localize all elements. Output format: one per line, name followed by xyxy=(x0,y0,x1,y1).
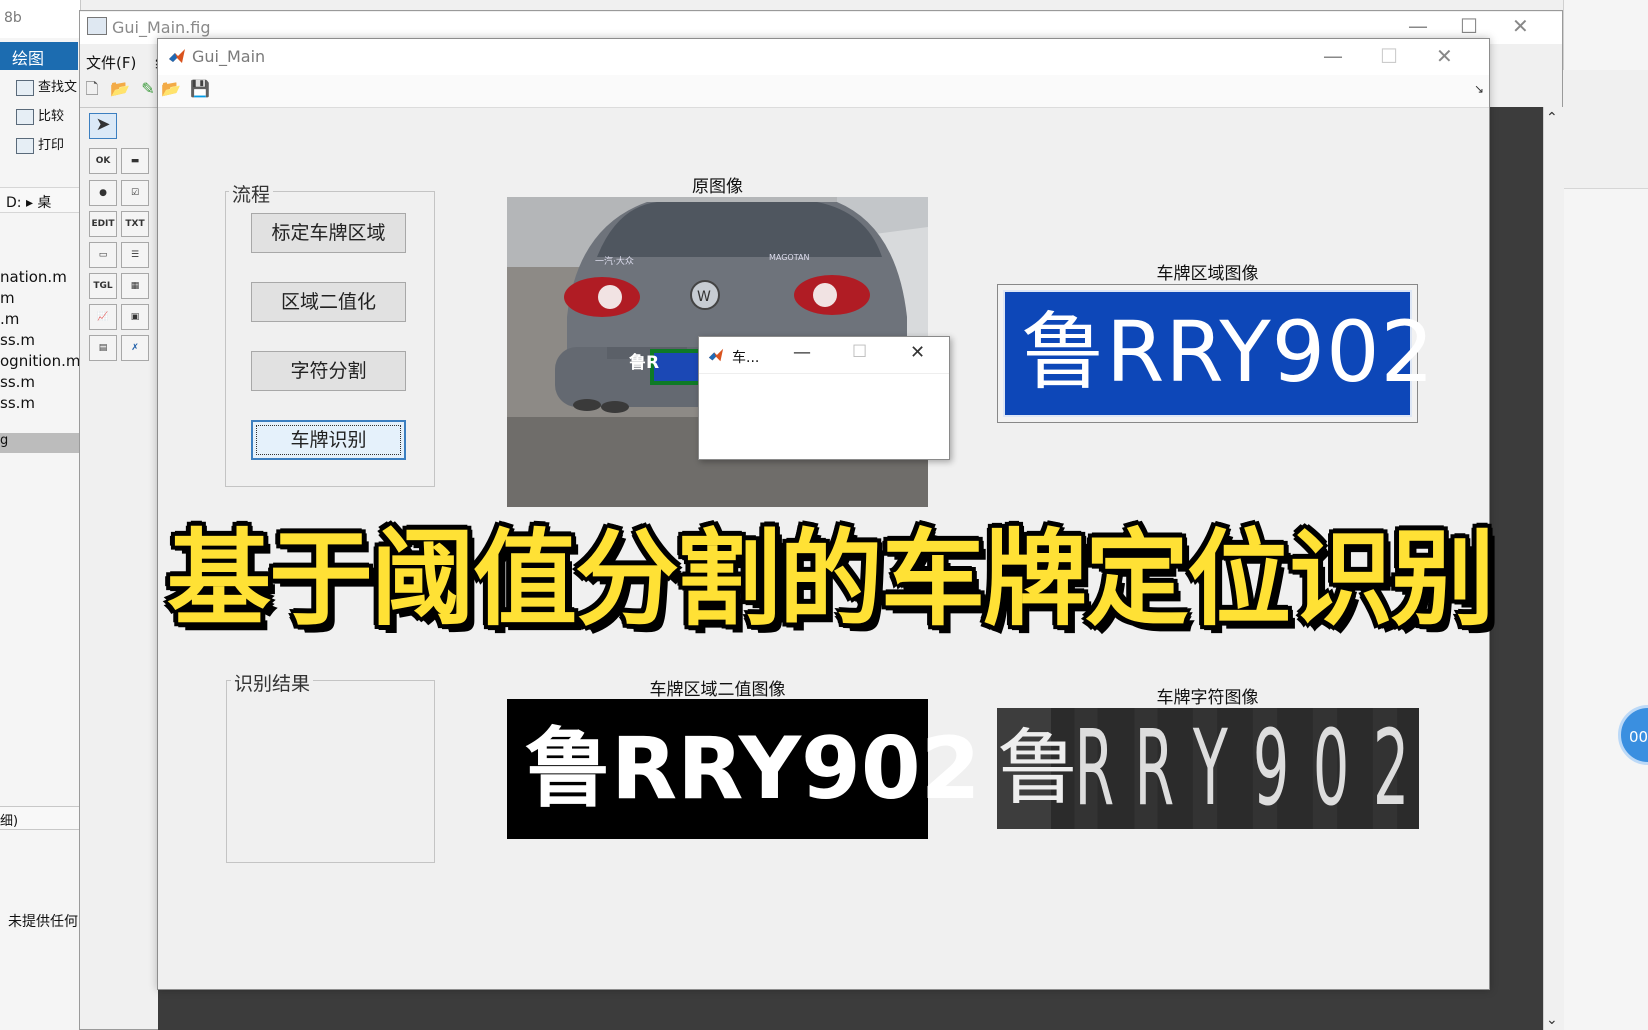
locate-plate-button[interactable]: 标定车牌区域 xyxy=(251,213,406,253)
compare-button[interactable]: 比较 xyxy=(16,105,64,125)
dialog-close-button[interactable]: ✕ xyxy=(910,342,925,363)
details-header: 细) xyxy=(0,806,80,830)
video-caption-overlay: 基于阈值分割的车牌定位识别 xyxy=(150,494,1510,640)
plate-characters-image: 鲁 R R Y 9 0 2 xyxy=(997,708,1419,829)
right-tab-strip xyxy=(1563,42,1648,72)
activex-tool[interactable]: ✗ xyxy=(121,335,149,361)
guide-window-title: Gui_Main.fig xyxy=(112,18,211,37)
current-folder-path[interactable]: D: ▸ 桌 xyxy=(0,187,80,213)
print-icon xyxy=(16,137,34,154)
radiobutton-tool[interactable]: ● xyxy=(89,180,117,206)
caption-text: 基于阈值分割的车牌定位识别 xyxy=(166,518,1495,640)
gui-title-bar xyxy=(158,39,1489,75)
guide-minimize-button[interactable]: — xyxy=(1408,14,1428,38)
selected-file-row[interactable]: g xyxy=(0,433,80,453)
file-list-item[interactable]: ss.m xyxy=(0,331,35,349)
file-list-item[interactable]: .m xyxy=(0,310,19,328)
slider-tool[interactable]: ▬ xyxy=(121,148,149,174)
save-icon[interactable]: 💾 xyxy=(190,80,210,98)
pushbutton-tool[interactable]: OK xyxy=(89,148,117,174)
result-panel-title: 识别结果 xyxy=(231,669,314,696)
gui-toolbar xyxy=(158,75,1489,108)
plate-chars-title: 车牌字符图像 xyxy=(1156,688,1259,708)
scroll-up-icon[interactable]: ⌃ xyxy=(1546,110,1558,126)
char-cell: Y xyxy=(1192,707,1228,829)
gui-minimize-button[interactable]: — xyxy=(1323,44,1343,68)
menu-file[interactable]: 文件(F) xyxy=(86,54,136,72)
print-button[interactable]: 打印 xyxy=(16,134,64,154)
find-icon xyxy=(16,79,34,96)
plate-region-title: 车牌区域图像 xyxy=(1156,264,1259,284)
guide-fig-icon xyxy=(87,17,107,35)
button-group-tool[interactable]: ▤ xyxy=(89,335,117,361)
char-cell: 鲁 xyxy=(997,708,1079,829)
guide-maximize-button[interactable]: ☐ xyxy=(1460,14,1478,38)
char-cell: 0 xyxy=(1312,707,1350,829)
binarize-region-button[interactable]: 区域二值化 xyxy=(251,282,406,322)
matlab-title-fragment: 8b xyxy=(0,0,80,38)
edit-icon[interactable]: ✎ xyxy=(138,80,158,98)
table-tool[interactable]: ▦ xyxy=(121,273,149,299)
guide-close-button[interactable]: ✕ xyxy=(1512,14,1529,38)
file-list-item[interactable]: m xyxy=(0,289,15,307)
right-toolstrip xyxy=(1563,70,1648,189)
edit-text-tool[interactable]: EDIT xyxy=(89,211,117,237)
plate-region-text: 鲁RRY902 xyxy=(1003,290,1434,417)
gui-maximize-button[interactable]: ☐ xyxy=(1380,44,1398,68)
new-file-icon[interactable]: 🗋 xyxy=(82,80,102,98)
char-cell: R xyxy=(1074,707,1115,829)
char-cell: 9 xyxy=(1252,707,1290,829)
matlab-icon xyxy=(169,49,185,63)
scroll-down-icon[interactable]: ⌄ xyxy=(1546,1012,1558,1028)
char-cell: R xyxy=(1134,707,1175,829)
gui-open-icon[interactable]: 📂 xyxy=(161,80,181,98)
plate-binary-title: 车牌区域二值图像 xyxy=(649,680,786,700)
car-plate-text: 鲁R xyxy=(629,353,660,373)
tab-plots[interactable]: 绘图 xyxy=(0,42,78,70)
select-arrow-tool[interactable]: ➤ xyxy=(89,113,117,139)
file-list-item[interactable]: ss.m xyxy=(0,373,35,391)
dialog-maximize-button[interactable]: ☐ xyxy=(852,342,867,362)
svg-text:W: W xyxy=(697,289,711,305)
car-brand-badge: 一汽·大众 xyxy=(595,257,634,267)
result-panel xyxy=(226,680,435,863)
details-empty-text: 未提供任何 xyxy=(8,914,78,930)
file-list-item[interactable]: ss.m xyxy=(0,394,35,412)
char-cell: 2 xyxy=(1372,707,1410,829)
dialog-matlab-icon xyxy=(708,348,724,362)
segment-characters-button[interactable]: 字符分割 xyxy=(251,351,406,391)
toggle-button-tool[interactable]: TGL xyxy=(89,273,117,299)
popup-menu-tool[interactable]: ▭ xyxy=(89,242,117,268)
open-folder-icon[interactable]: 📂 xyxy=(110,80,130,98)
original-image-title: 原图像 xyxy=(692,177,743,197)
plate-region-image: 鲁RRY902 xyxy=(997,284,1434,423)
matlab-desktop-left-pane xyxy=(0,0,81,1030)
recognize-plate-button[interactable]: 车牌识别 xyxy=(251,420,406,460)
find-files-button[interactable]: 查找文 xyxy=(16,76,77,96)
gui-window-title: Gui_Main xyxy=(192,47,266,66)
resize-grip-icon[interactable]: ↘ xyxy=(1474,82,1484,96)
gui-close-button[interactable]: ✕ xyxy=(1436,44,1453,68)
flow-panel-title: 流程 xyxy=(229,180,274,207)
plate-binary-image: 鲁RRY902 xyxy=(507,699,981,839)
file-list-item[interactable]: ognition.m xyxy=(0,352,81,370)
dialog-title: 车... xyxy=(732,350,760,366)
listbox-tool[interactable]: ☰ xyxy=(121,242,149,268)
dialog-minimize-button[interactable]: — xyxy=(793,342,811,363)
file-list-item[interactable]: nation.m xyxy=(0,268,67,286)
axes-tool[interactable]: 📈 xyxy=(89,304,117,330)
static-text-tool[interactable]: TXT xyxy=(121,211,149,237)
compare-icon xyxy=(16,108,34,125)
checkbox-tool[interactable]: ☑ xyxy=(121,180,149,206)
guide-vertical-scrollbar[interactable] xyxy=(1543,107,1564,1030)
guide-toolbar-divider xyxy=(80,107,158,108)
panel-tool[interactable]: ▣ xyxy=(121,304,149,330)
car-model-badge: MAGOTAN xyxy=(769,253,810,262)
